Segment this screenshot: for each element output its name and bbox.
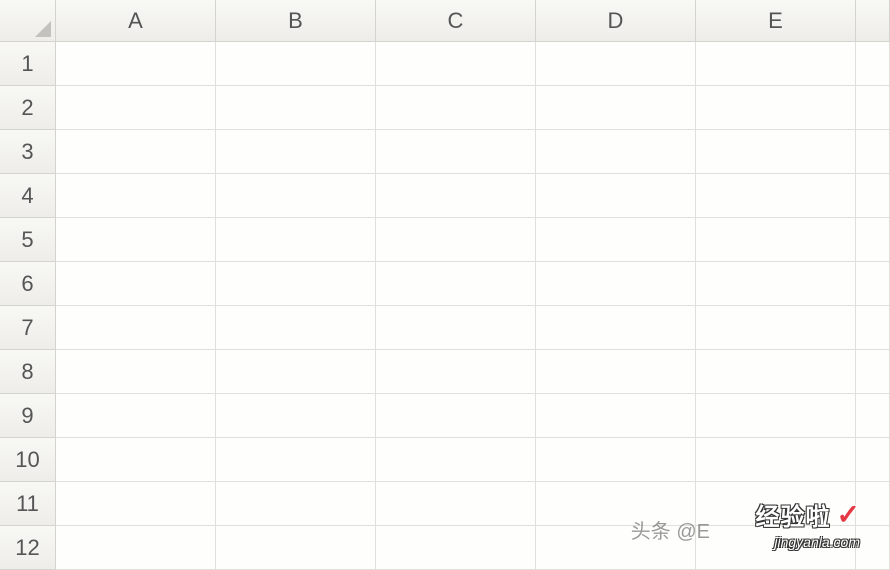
cell[interactable] (696, 394, 856, 438)
cell[interactable] (216, 262, 376, 306)
row-header-6[interactable]: 6 (0, 262, 56, 306)
row-header-11[interactable]: 11 (0, 482, 56, 526)
row-header-9[interactable]: 9 (0, 394, 56, 438)
cell[interactable] (56, 526, 216, 570)
cell[interactable] (856, 482, 890, 526)
cell[interactable] (216, 350, 376, 394)
cell[interactable] (696, 218, 856, 262)
col-header-e[interactable]: E (696, 0, 856, 42)
cell[interactable] (376, 482, 536, 526)
cell[interactable] (856, 130, 890, 174)
cell[interactable] (56, 350, 216, 394)
cell[interactable] (696, 42, 856, 86)
cell[interactable] (376, 130, 536, 174)
cell[interactable] (56, 86, 216, 130)
cell[interactable] (696, 174, 856, 218)
cell[interactable] (376, 174, 536, 218)
cell[interactable] (56, 218, 216, 262)
cell[interactable] (536, 438, 696, 482)
cell[interactable] (696, 526, 856, 570)
cell[interactable] (56, 306, 216, 350)
cell[interactable] (696, 306, 856, 350)
cell[interactable] (856, 394, 890, 438)
row-header-1[interactable]: 1 (0, 42, 56, 86)
col-header-d[interactable]: D (536, 0, 696, 42)
cell[interactable] (856, 306, 890, 350)
cell[interactable] (536, 86, 696, 130)
row-header-4[interactable]: 4 (0, 174, 56, 218)
cell[interactable] (856, 526, 890, 570)
col-header-c[interactable]: C (376, 0, 536, 42)
cell[interactable] (216, 526, 376, 570)
cell[interactable] (376, 526, 536, 570)
cell[interactable] (696, 86, 856, 130)
cell[interactable] (216, 438, 376, 482)
cell[interactable] (536, 174, 696, 218)
cell[interactable] (536, 42, 696, 86)
cell[interactable] (216, 86, 376, 130)
cell[interactable] (856, 262, 890, 306)
cell[interactable] (56, 130, 216, 174)
row-header-8[interactable]: 8 (0, 350, 56, 394)
spreadsheet-grid: A B C D E 1 2 3 4 5 6 7 8 9 10 11 12 (0, 0, 890, 570)
cell[interactable] (56, 174, 216, 218)
col-header-a[interactable]: A (56, 0, 216, 42)
row-header-7[interactable]: 7 (0, 306, 56, 350)
cell[interactable] (536, 306, 696, 350)
cell[interactable] (696, 482, 856, 526)
row-header-5[interactable]: 5 (0, 218, 56, 262)
cell[interactable] (696, 130, 856, 174)
cell[interactable] (696, 438, 856, 482)
cell[interactable] (536, 482, 696, 526)
cell[interactable] (216, 218, 376, 262)
cell[interactable] (856, 438, 890, 482)
cell[interactable] (536, 350, 696, 394)
cell[interactable] (856, 350, 890, 394)
cell[interactable] (376, 86, 536, 130)
cell[interactable] (856, 42, 890, 86)
col-header-b[interactable]: B (216, 0, 376, 42)
cell[interactable] (216, 306, 376, 350)
cell[interactable] (56, 482, 216, 526)
cell[interactable] (536, 394, 696, 438)
cell[interactable] (56, 42, 216, 86)
cell[interactable] (376, 394, 536, 438)
cell[interactable] (536, 218, 696, 262)
cell[interactable] (216, 394, 376, 438)
cell[interactable] (376, 306, 536, 350)
cell[interactable] (536, 262, 696, 306)
cell[interactable] (216, 174, 376, 218)
cell[interactable] (216, 130, 376, 174)
cell[interactable] (376, 262, 536, 306)
cell[interactable] (536, 130, 696, 174)
row-header-3[interactable]: 3 (0, 130, 56, 174)
cell[interactable] (376, 350, 536, 394)
row-header-2[interactable]: 2 (0, 86, 56, 130)
cell[interactable] (376, 218, 536, 262)
cell[interactable] (856, 174, 890, 218)
cell[interactable] (216, 482, 376, 526)
cell[interactable] (856, 218, 890, 262)
col-header-f[interactable] (856, 0, 890, 42)
cell[interactable] (696, 262, 856, 306)
row-header-10[interactable]: 10 (0, 438, 56, 482)
cell[interactable] (376, 42, 536, 86)
cell[interactable] (216, 42, 376, 86)
cell[interactable] (856, 86, 890, 130)
cell[interactable] (56, 438, 216, 482)
cell[interactable] (696, 350, 856, 394)
row-header-12[interactable]: 12 (0, 526, 56, 570)
cell[interactable] (536, 526, 696, 570)
select-all-corner[interactable] (0, 0, 56, 42)
cell[interactable] (56, 394, 216, 438)
cell[interactable] (376, 438, 536, 482)
cell[interactable] (56, 262, 216, 306)
